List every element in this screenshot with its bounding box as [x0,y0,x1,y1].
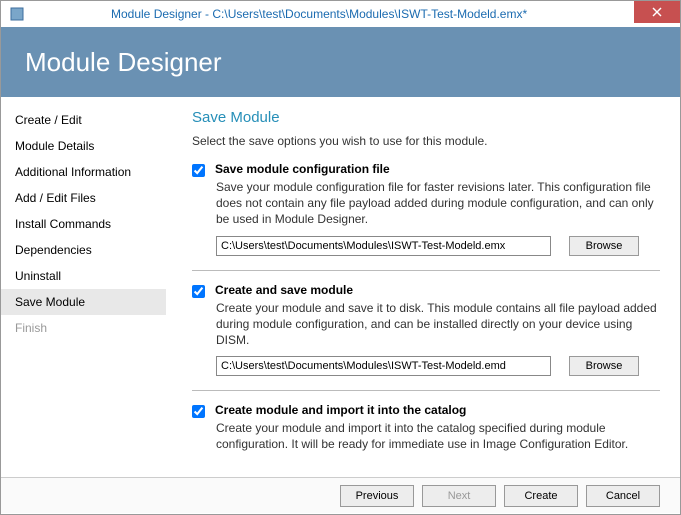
sidebar: Create / EditModule DetailsAdditional In… [1,97,166,477]
path-input[interactable] [216,356,551,376]
sidebar-item-dependencies[interactable]: Dependencies [1,237,166,263]
path-row: Browse [216,236,660,256]
option-checkbox[interactable] [192,285,205,298]
footer: Previous Next Create Cancel [1,477,680,513]
header: Module Designer [1,27,680,97]
sidebar-item-additional-information[interactable]: Additional Information [1,159,166,185]
close-button[interactable] [634,1,680,23]
section-title: Save Module [192,109,660,126]
option-label: Save module configuration file [215,162,390,176]
sidebar-item-module-details[interactable]: Module Details [1,133,166,159]
cancel-button[interactable]: Cancel [586,485,660,507]
option-checkbox[interactable] [192,164,205,177]
sidebar-item-install-commands[interactable]: Install Commands [1,211,166,237]
option-checkbox[interactable] [192,405,205,418]
previous-button[interactable]: Previous [340,485,414,507]
option-description: Create your module and save it to disk. … [216,300,660,349]
option-header: Create and save module [192,283,660,298]
option-label: Create and save module [215,283,353,297]
sidebar-item-save-module[interactable]: Save Module [1,289,166,315]
body: Create / EditModule DetailsAdditional In… [1,97,680,477]
option-block: Create and save module Create your module… [192,283,660,377]
header-title: Module Designer [25,47,222,78]
divider [192,270,660,271]
create-button[interactable]: Create [504,485,578,507]
content-pane: Save Module Select the save options you … [166,97,680,477]
next-button[interactable]: Next [422,485,496,507]
option-label: Create module and import it into the cat… [215,403,466,417]
app-icon [9,6,25,22]
titlebar: Module Designer - C:\Users\test\Document… [1,1,680,27]
sidebar-item-uninstall[interactable]: Uninstall [1,263,166,289]
divider [192,390,660,391]
option-header: Save module configuration file [192,162,660,177]
window-title: Module Designer - C:\Users\test\Document… [31,7,634,21]
browse-button[interactable]: Browse [569,236,639,256]
path-row: Browse [216,356,660,376]
sidebar-item-add-edit-files[interactable]: Add / Edit Files [1,185,166,211]
option-description: Create your module and import it into th… [216,420,660,452]
option-header: Create module and import it into the cat… [192,403,660,418]
option-block: Create module and import it into the cat… [192,403,660,452]
close-icon [652,7,662,17]
browse-button[interactable]: Browse [569,356,639,376]
path-input[interactable] [216,236,551,256]
sidebar-item-finish[interactable]: Finish [1,315,166,341]
sidebar-item-create-edit[interactable]: Create / Edit [1,107,166,133]
section-subtitle: Select the save options you wish to use … [192,134,660,148]
option-description: Save your module configuration file for … [216,179,660,228]
option-block: Save module configuration file Save your … [192,162,660,256]
